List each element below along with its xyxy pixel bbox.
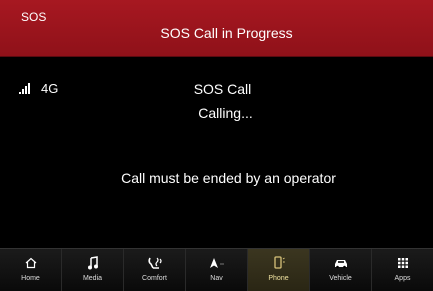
navigation-arrow-icon (208, 255, 226, 271)
bottom-nav-bar: Home Media Comfort Nav Phone Vehicle App… (0, 248, 433, 291)
call-status: Calling... (198, 105, 253, 121)
nav-phone-button[interactable]: Phone (248, 249, 310, 291)
nav-comfort-button[interactable]: Comfort (124, 249, 186, 291)
phone-icon (270, 255, 288, 271)
header-title: SOS Call in Progress (160, 25, 293, 41)
nav-media-label: Media (82, 275, 103, 282)
seat-comfort-icon (146, 255, 164, 271)
apps-grid-icon (394, 255, 412, 271)
call-note: Call must be ended by an operator (121, 170, 336, 186)
home-icon (22, 255, 40, 271)
nav-comfort-label: Comfort (142, 275, 167, 282)
nav-vehicle-button[interactable]: Vehicle (310, 249, 372, 291)
nav-apps-label: Apps (394, 275, 411, 282)
nav-nav-button[interactable]: Nav (186, 249, 248, 291)
nav-home-button[interactable]: Home (0, 249, 62, 291)
nav-nav-label: Nav (210, 275, 223, 282)
car-icon (332, 255, 350, 271)
sos-tag: SOS (21, 10, 47, 24)
nav-media-button[interactable]: Media (62, 249, 124, 291)
music-note-icon (84, 255, 102, 271)
sos-header-bar: SOS SOS Call in Progress (0, 0, 433, 57)
nav-apps-button[interactable]: Apps (372, 249, 433, 291)
call-title: SOS Call (193, 81, 252, 97)
nav-home-label: Home (21, 275, 40, 282)
nav-vehicle-label: Vehicle (329, 275, 352, 282)
nav-phone-label: Phone (268, 275, 289, 282)
